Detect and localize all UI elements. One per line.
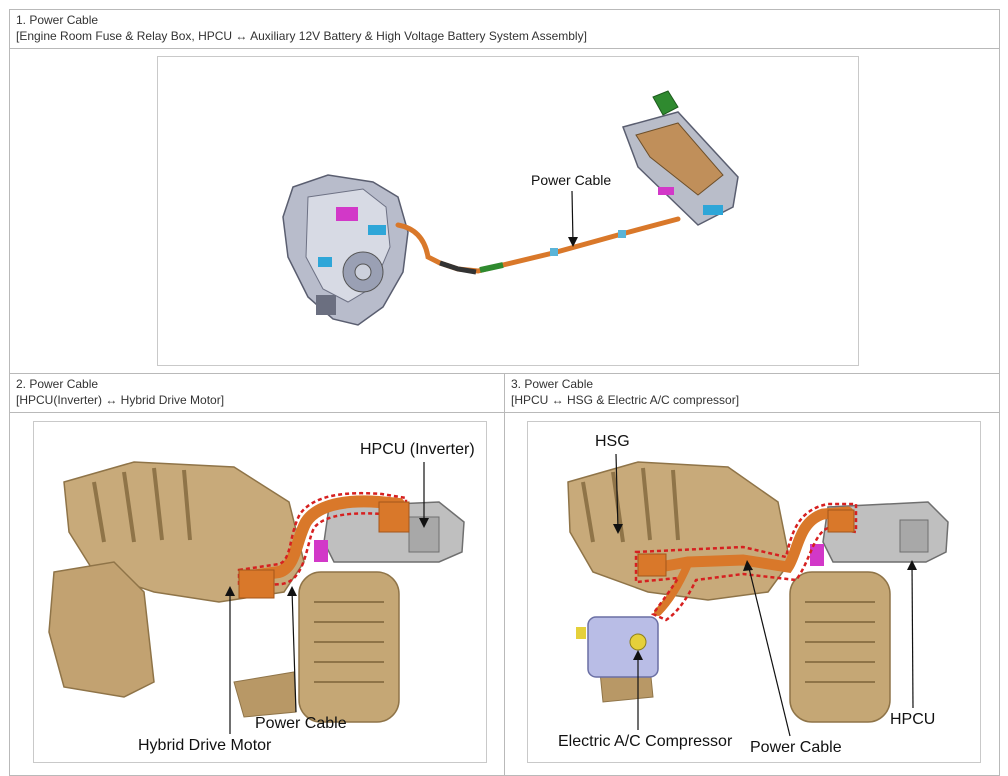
section-3-figure-cell: HSG HPCU Electric A/C Compressor Power C…: [503, 412, 1001, 776]
page: 1. Power Cable [Engine Room Fuse & Relay…: [8, 9, 1001, 776]
power-cable-route: [395, 216, 681, 275]
high-voltage-battery-assembly: [622, 90, 739, 226]
section-1-title: 1. Power Cable: [16, 13, 99, 27]
section-3-figure: HSG HPCU Electric A/C Compressor Power C…: [527, 421, 981, 763]
section-3-header: 3. Power Cable [HPCU ↔ HSG & Electric A/…: [503, 373, 1001, 413]
hpcu-hsg-compressor-illustration: HSG HPCU Electric A/C Compressor Power C…: [558, 433, 949, 756]
engine-assembly: [282, 174, 409, 326]
section-1-figure-cell: Power Cable: [8, 48, 1001, 374]
hsg-label: HSG: [595, 433, 630, 450]
section-2-subtitle: [HPCU(Inverter) ↔ Hybrid Drive Motor]: [16, 393, 225, 407]
electric-ac-compressor-label: Electric A/C Compressor: [558, 733, 733, 750]
section-1-header: 1. Power Cable [Engine Room Fuse & Relay…: [8, 9, 1001, 49]
hpcu-inverter-label: HPCU (Inverter): [360, 441, 475, 458]
section-1-figure: Power Cable: [157, 56, 859, 366]
section-3-subtitle: [HPCU ↔ HSG & Electric A/C compressor]: [511, 393, 740, 407]
transmission: [298, 571, 400, 723]
electric-ac-compressor: [576, 616, 659, 678]
power-cable-label: Power Cable: [531, 172, 611, 188]
hybrid-drive-motor-label: Hybrid Drive Motor: [138, 737, 272, 754]
section-2-figure-cell: HPCU (Inverter) Power Cable Hybrid Drive…: [9, 412, 505, 776]
power-cable-table: 1. Power Cable [Engine Room Fuse & Relay…: [8, 9, 1001, 776]
section-2-figure: HPCU (Inverter) Power Cable Hybrid Drive…: [33, 421, 487, 763]
power-cable-leader: [571, 190, 574, 244]
section-2-title: 2. Power Cable: [16, 377, 99, 391]
section-3-title: 3. Power Cable: [511, 377, 594, 391]
transmission: [789, 571, 891, 723]
section-1-subtitle: [Engine Room Fuse & Relay Box, HPCU ↔ Au…: [16, 29, 587, 43]
hpcu-motor-illustration: HPCU (Inverter) Power Cable Hybrid Drive…: [48, 441, 475, 754]
section-2-header: 2. Power Cable [HPCU(Inverter) ↔ Hybrid …: [9, 373, 505, 413]
power-cable-label: Power Cable: [255, 715, 347, 732]
power-cable-label: Power Cable: [750, 739, 842, 756]
overall-layout-illustration: Power Cable: [282, 90, 739, 326]
hpcu-label: HPCU: [890, 711, 935, 728]
